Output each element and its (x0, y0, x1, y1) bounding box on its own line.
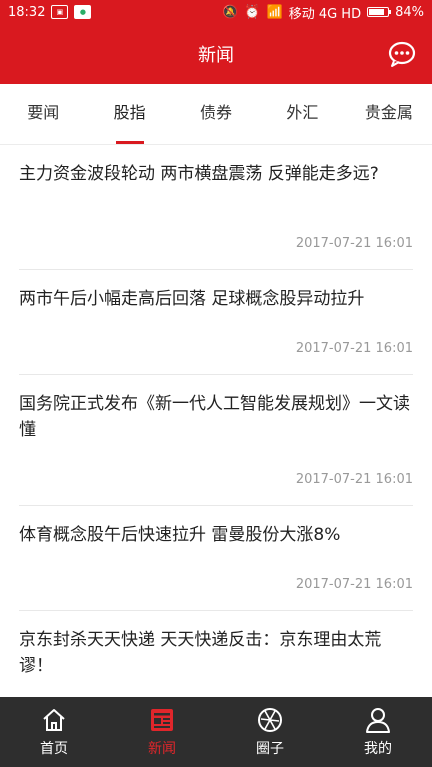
tab-guzhi[interactable]: 股指 (86, 84, 172, 144)
status-time: 18:32 (8, 4, 46, 20)
tab-waihui[interactable]: 外汇 (259, 84, 345, 144)
page-title: 新闻 (198, 45, 234, 66)
app-bar: 新闻 (0, 24, 432, 84)
nav-profile[interactable]: 我的 (324, 697, 432, 767)
tab-guijinshu[interactable]: 贵金属 (346, 84, 432, 144)
news-time: 2017-07-21 16:01 (295, 472, 413, 487)
battery-percent: 84% (395, 4, 424, 20)
wifi-icon: 📶 (266, 4, 283, 20)
news-title: 两市午后小幅走高后回落 足球概念股异动拉升 (19, 289, 365, 309)
news-title: 京东封杀天天快递 天天快递反击：京东理由太荒谬！ (19, 630, 382, 676)
news-item[interactable]: 主力资金波段轮动 两市横盘震荡 反弹能走多远? 2017-07-21 16:01 (19, 145, 413, 270)
nav-label: 新闻 (148, 741, 176, 757)
nav-home[interactable]: 首页 (0, 697, 108, 767)
home-icon (43, 709, 65, 731)
tab-yaowen[interactable]: 要闻 (0, 84, 86, 144)
news-item[interactable]: 两市午后小幅走高后回落 足球概念股异动拉升 2017-07-21 16:01 (19, 270, 413, 375)
tab-zhaiquan[interactable]: 债券 (173, 84, 259, 144)
news-list: 主力资金波段轮动 两市横盘震荡 反弹能走多远? 2017-07-21 16:01… (0, 145, 432, 701)
nav-news[interactable]: 新闻 (108, 697, 216, 767)
chat-icon[interactable] (388, 40, 416, 68)
category-tabs: 要闻 股指 债券 外汇 贵金属 (0, 84, 432, 145)
news-item[interactable]: 国务院正式发布《新一代人工智能发展规划》一文读懂 2017-07-21 16:0… (19, 375, 413, 506)
status-bar: 18:32 ▣ ● 🔕 ⏰ 📶 移动 4G HD 84% (0, 0, 432, 24)
carrier-label: 移动 4G HD (288, 6, 362, 22)
nav-label: 首页 (40, 741, 68, 757)
news-icon (151, 709, 173, 731)
wechat-icon: ● (74, 5, 92, 19)
nav-label: 圈子 (256, 741, 284, 757)
profile-icon (366, 708, 390, 733)
active-tab-indicator (115, 141, 144, 144)
mute-icon: 🔕 (222, 4, 239, 20)
nav-label: 我的 (364, 741, 392, 757)
news-item[interactable]: 京东封杀天天快递 天天快递反击：京东理由太荒谬！ (19, 611, 413, 701)
circle-icon (258, 708, 282, 732)
battery-icon (367, 7, 392, 17)
nav-circle[interactable]: 圈子 (216, 697, 324, 767)
bottom-nav: 首页 新闻 圈子 我的 (0, 697, 432, 767)
news-time: 2017-07-21 16:01 (295, 341, 413, 356)
news-title: 主力资金波段轮动 两市横盘震荡 反弹能走多远? (19, 164, 379, 184)
news-title: 国务院正式发布《新一代人工智能发展规划》一文读懂 (19, 394, 410, 440)
news-time: 2017-07-21 16:01 (295, 236, 413, 251)
notification-icon: ▣ (51, 5, 69, 19)
news-item[interactable]: 体育概念股午后快速拉升 雷曼股份大涨8% 2017-07-21 16:01 (19, 506, 413, 611)
news-title: 体育概念股午后快速拉升 雷曼股份大涨8% (19, 525, 341, 545)
news-time: 2017-07-21 16:01 (295, 577, 413, 592)
alarm-icon: ⏰ (244, 4, 261, 20)
